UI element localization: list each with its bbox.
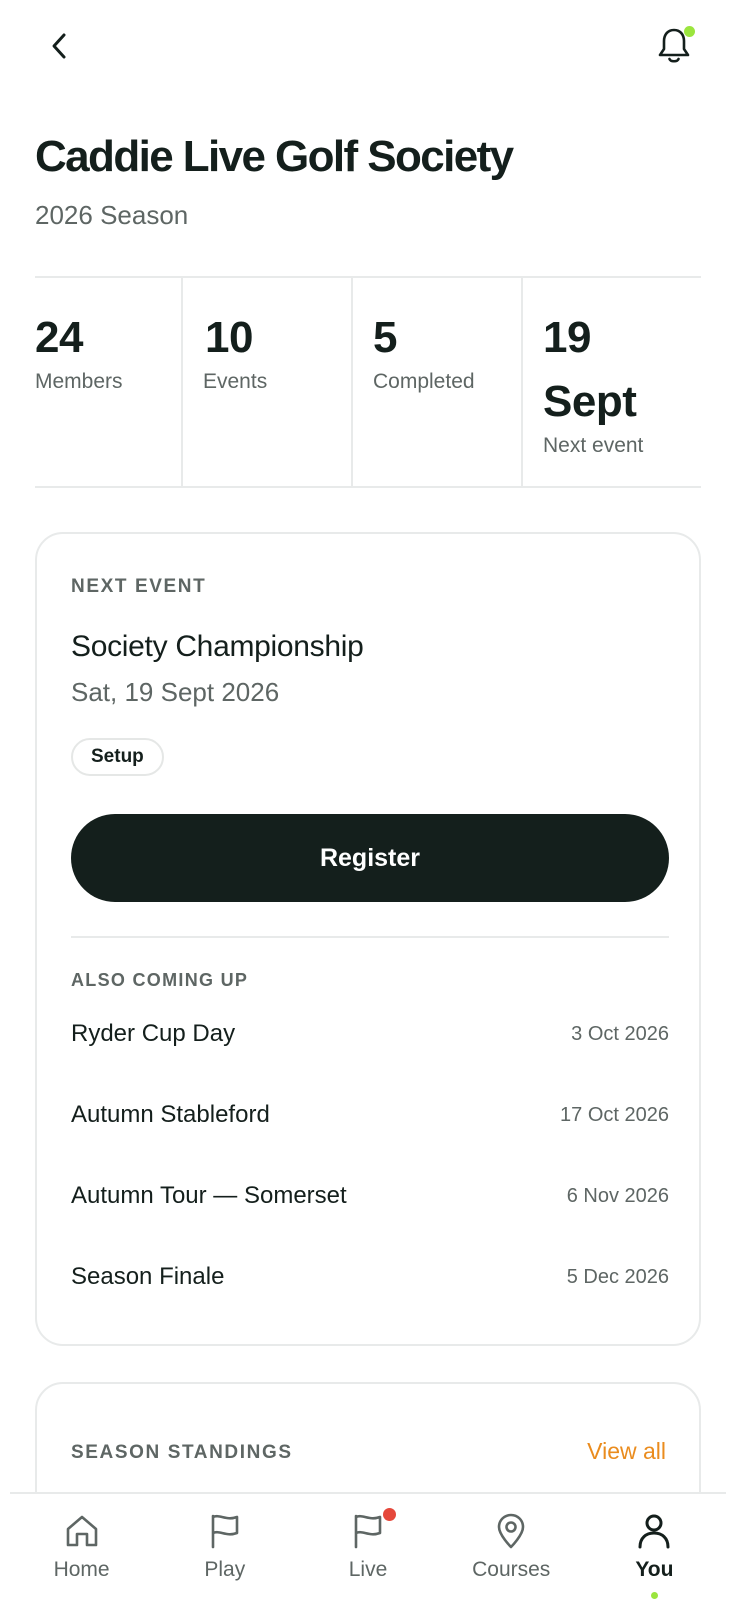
back-button[interactable] xyxy=(36,22,84,70)
list-item[interactable]: Season Finale 5 Dec 2026 xyxy=(71,1247,669,1307)
nav-label: Live xyxy=(348,1558,388,1581)
active-indicator xyxy=(650,1592,658,1599)
upcoming-event-name: Ryder Cup Day xyxy=(71,1020,236,1047)
nav-item-live[interactable]: Live xyxy=(296,1494,439,1600)
stat-label: Events xyxy=(203,370,268,393)
stat-label: Next event xyxy=(543,434,644,457)
nav-item-play[interactable]: Play xyxy=(153,1494,296,1600)
event-date: Sat, 19 Sept 2026 xyxy=(71,677,280,707)
stat-next-event: 19 Sept Next event xyxy=(523,278,701,486)
home-icon xyxy=(66,1515,97,1547)
map-pin-icon xyxy=(497,1513,525,1549)
nav-item-you[interactable]: You xyxy=(583,1494,726,1600)
upcoming-event-name: Autumn Stableford xyxy=(71,1101,270,1128)
stat-label: Members xyxy=(35,370,123,393)
flag-icon xyxy=(211,1514,239,1549)
stat-members: 24 Members xyxy=(35,278,183,486)
upcoming-event-date: 3 Oct 2026 xyxy=(571,1022,669,1045)
nav-item-courses[interactable]: Courses xyxy=(440,1494,583,1600)
register-button[interactable]: Register xyxy=(71,814,669,902)
stat-label: Completed xyxy=(373,370,475,393)
live-badge xyxy=(382,1508,396,1521)
upcoming-event-date: 6 Nov 2026 xyxy=(566,1184,669,1207)
nav-label: Home xyxy=(53,1558,110,1581)
bottom-nav: Home Play Live Courses You xyxy=(10,1492,726,1600)
stats-strip: 24 Members 10 Events 5 Completed 19 Sept… xyxy=(35,276,701,488)
upcoming-event-date: 17 Oct 2026 xyxy=(560,1103,669,1126)
event-name[interactable]: Society Championship xyxy=(71,630,364,664)
stat-events: 10 Events xyxy=(183,278,353,486)
stat-value: 24 xyxy=(35,313,83,362)
divider xyxy=(71,936,669,938)
live-flag-icon xyxy=(354,1514,382,1549)
upcoming-event-name: Season Finale xyxy=(71,1263,225,1290)
season-subtitle: 2026 Season xyxy=(35,200,189,230)
stat-value: 5 xyxy=(373,313,397,362)
also-coming-up-label: ALSO COMING UP xyxy=(71,970,249,990)
list-item[interactable]: Autumn Stableford 17 Oct 2026 xyxy=(71,1085,669,1145)
notifications-button[interactable] xyxy=(650,22,698,70)
list-item[interactable]: Autumn Tour — Somerset 6 Nov 2026 xyxy=(71,1166,669,1226)
view-all-link[interactable]: View all xyxy=(587,1438,666,1465)
nav-label: Courses xyxy=(472,1558,551,1581)
stat-completed: 5 Completed xyxy=(353,278,523,486)
upcoming-event-name: Autumn Tour — Somerset xyxy=(71,1182,347,1209)
stat-value: 10 xyxy=(205,313,253,362)
page-title: Caddie Live Golf Society xyxy=(35,132,514,181)
stat-value: 19 Sept xyxy=(543,313,637,426)
status-badge: Setup xyxy=(71,738,164,776)
user-icon xyxy=(638,1514,670,1549)
list-item[interactable]: Ryder Cup Day 3 Oct 2026 xyxy=(71,1004,669,1064)
top-bar xyxy=(0,0,736,100)
chevron-left-icon xyxy=(52,33,66,59)
upcoming-event-date: 5 Dec 2026 xyxy=(566,1265,669,1288)
next-event-eyebrow: NEXT EVENT xyxy=(71,576,207,597)
nav-label: Play xyxy=(204,1558,246,1581)
nav-label: You xyxy=(635,1558,674,1581)
next-event-card: NEXT EVENT Society Championship Sat, 19 … xyxy=(35,532,701,1346)
nav-item-home[interactable]: Home xyxy=(10,1494,153,1600)
season-standings-eyebrow: SEASON STANDINGS xyxy=(71,1442,293,1463)
notification-dot xyxy=(684,26,695,37)
